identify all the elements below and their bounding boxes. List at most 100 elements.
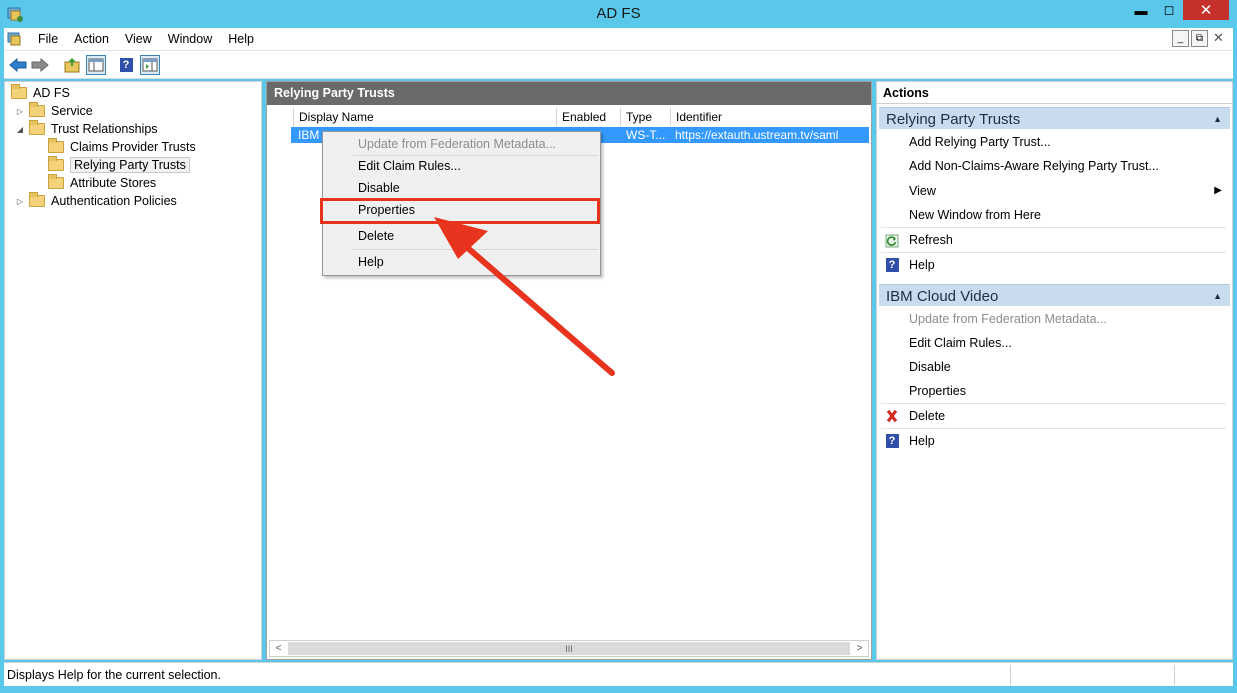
menu-action[interactable]: Action <box>66 32 117 46</box>
scroll-left-icon[interactable]: < <box>270 641 287 656</box>
close-button[interactable]: ✕ <box>1183 0 1229 20</box>
cell-identifier: https://extauth.ustream.tv/saml <box>675 128 839 142</box>
menu-separator <box>881 252 1226 253</box>
actions-section-ibm-cloud-video[interactable]: IBM Cloud Video ▲ <box>879 284 1230 306</box>
ctx-edit-claim-rules[interactable]: Edit Claim Rules... <box>358 159 461 173</box>
tree-item-attribute-stores[interactable]: Attribute Stores <box>48 174 156 192</box>
action-disable[interactable]: Disable <box>909 360 951 374</box>
tree-item-label: Authentication Policies <box>51 194 177 208</box>
menu-window[interactable]: Window <box>160 32 220 46</box>
help-icon: ? <box>885 434 899 448</box>
help-icon: ? <box>885 258 899 272</box>
tree-item-label: Relying Party Trusts <box>70 157 190 173</box>
tree-item-label: Service <box>51 104 93 118</box>
expand-twisty-icon[interactable]: ▷ <box>15 107 25 116</box>
console-tree: AD FS ▷ Service ◢ Trust Relationships Cl… <box>4 81 262 660</box>
column-header-enabled[interactable]: Enabled <box>556 108 620 126</box>
ctx-help[interactable]: Help <box>358 255 384 269</box>
action-view[interactable]: View <box>909 184 936 198</box>
tree-item-service[interactable]: ▷ Service <box>15 102 93 120</box>
mdi-close-button[interactable]: ✕ <box>1210 30 1227 47</box>
column-header-type[interactable]: Type <box>620 108 670 126</box>
folder-icon <box>48 156 64 171</box>
menu-separator <box>881 428 1226 429</box>
toolbar: ? <box>4 51 1233 79</box>
horizontal-scrollbar[interactable]: < III > <box>269 640 869 657</box>
menu-help[interactable]: Help <box>220 32 262 46</box>
delete-icon <box>885 409 899 423</box>
collapse-twisty-icon[interactable]: ◢ <box>15 125 25 134</box>
expand-twisty-icon[interactable]: ▷ <box>15 197 25 206</box>
tree-item-label: AD FS <box>33 86 70 100</box>
column-header-display-name[interactable]: Display Name <box>293 108 556 126</box>
actions-pane-title: Actions <box>877 82 1232 104</box>
action-delete[interactable]: Delete <box>909 409 945 423</box>
tree-item-adfs[interactable]: AD FS <box>11 84 70 102</box>
tree-item-label: Attribute Stores <box>70 176 157 190</box>
help-toolbar-button[interactable]: ? <box>116 55 136 75</box>
menu-separator <box>353 155 598 156</box>
cell-type: WS-T... <box>626 128 666 142</box>
collapse-caret-icon[interactable]: ▲ <box>1213 291 1222 301</box>
section-title: IBM Cloud Video <box>886 288 999 305</box>
status-divider <box>1174 665 1175 685</box>
status-text: Displays Help for the current selection. <box>7 668 221 682</box>
action-properties[interactable]: Properties <box>909 384 966 398</box>
action-help[interactable]: Help <box>909 258 935 272</box>
action-edit-claim-rules[interactable]: Edit Claim Rules... <box>909 336 1012 350</box>
forward-arrow-icon <box>31 58 49 72</box>
maximize-button[interactable]: ◻ <box>1155 0 1183 20</box>
mdi-minimize-button[interactable]: _ <box>1172 30 1189 47</box>
mdi-restore-button[interactable]: ⧉ <box>1191 30 1208 47</box>
folder-icon <box>48 174 64 189</box>
menu-file[interactable]: File <box>30 32 66 46</box>
window-title: AD FS <box>596 5 641 22</box>
menu-bar: File Action View Window Help _ ⧉ ✕ <box>4 28 1233 51</box>
folder-icon <box>29 192 45 207</box>
action-help-ibm[interactable]: Help <box>909 434 935 448</box>
adfs-menu-icon[interactable] <box>7 31 24 48</box>
tree-item-trust-relationships[interactable]: ◢ Trust Relationships <box>15 120 158 138</box>
ctx-disable[interactable]: Disable <box>358 181 400 195</box>
folder-icon <box>11 84 27 99</box>
console-tree-icon <box>88 58 104 72</box>
actions-section-relying-party-trusts[interactable]: Relying Party Trusts ▲ <box>879 107 1230 129</box>
scroll-right-icon[interactable]: > <box>851 641 868 656</box>
tree-item-claims-provider-trusts[interactable]: Claims Provider Trusts <box>48 138 196 156</box>
ctx-delete[interactable]: Delete <box>358 229 394 243</box>
title-bar: AD FS ▬ ◻ ✕ <box>0 0 1237 28</box>
tree-item-relying-party-trusts[interactable]: Relying Party Trusts <box>48 156 190 174</box>
status-bar: Displays Help for the current selection. <box>4 662 1233 686</box>
show-hide-console-tree-button[interactable] <box>86 55 106 75</box>
action-update-from-federation-metadata: Update from Federation Metadata... <box>909 312 1108 326</box>
menu-separator <box>881 227 1226 228</box>
action-add-non-claims-aware-trust[interactable]: Add Non-Claims-Aware Relying Party Trust… <box>909 159 1159 173</box>
action-new-window-from-here[interactable]: New Window from Here <box>909 208 1041 222</box>
annotation-arrow-icon <box>434 217 615 376</box>
menu-separator <box>881 403 1226 404</box>
section-title: Relying Party Trusts <box>886 111 1021 128</box>
forward-button[interactable] <box>30 55 50 75</box>
folder-icon <box>48 138 64 153</box>
show-hide-action-pane-button[interactable] <box>140 55 160 75</box>
back-button[interactable] <box>8 55 28 75</box>
column-header-identifier[interactable]: Identifier <box>670 108 868 126</box>
help-icon-wrapper: ? <box>885 258 899 272</box>
back-arrow-icon <box>9 58 27 72</box>
menu-view[interactable]: View <box>117 32 160 46</box>
tree-item-label: Trust Relationships <box>51 122 158 136</box>
tree-item-authentication-policies[interactable]: ▷ Authentication Policies <box>15 192 177 210</box>
scrollbar-thumb[interactable]: III <box>288 642 850 655</box>
action-refresh[interactable]: Refresh <box>909 233 953 247</box>
folder-up-icon <box>64 58 80 73</box>
minimize-button[interactable]: ▬ <box>1127 0 1155 20</box>
collapse-caret-icon[interactable]: ▲ <box>1213 114 1222 124</box>
up-level-button[interactable] <box>62 55 82 75</box>
help-icon: ? <box>119 58 133 72</box>
action-add-relying-party-trust[interactable]: Add Relying Party Trust... <box>909 135 1051 149</box>
tree-item-label: Claims Provider Trusts <box>70 140 196 154</box>
ctx-update-from-federation-metadata: Update from Federation Metadata... <box>358 137 557 151</box>
folder-icon <box>29 102 45 117</box>
status-divider <box>1010 665 1011 685</box>
action-pane-icon <box>142 58 158 72</box>
